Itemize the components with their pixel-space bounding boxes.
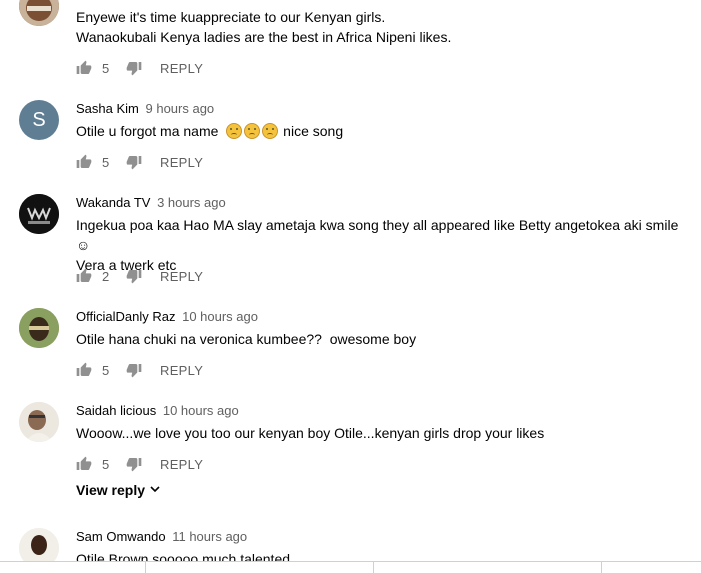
comment-text: Otile Brown sooooo much talented [76, 549, 696, 561]
divider [601, 562, 602, 573]
comment: Sam Omwando 11 hours ago Otile Brown soo… [0, 0, 701, 561]
divider [373, 562, 374, 573]
divider [0, 561, 701, 562]
divider [145, 562, 146, 573]
timestamp[interactable]: 11 hours ago [172, 529, 247, 544]
avatar[interactable] [19, 528, 59, 561]
author-name[interactable]: Sam Omwando [76, 529, 166, 544]
comment-line: Otile Brown sooooo much talented [76, 551, 291, 561]
author-line: Sam Omwando 11 hours ago [76, 529, 247, 544]
